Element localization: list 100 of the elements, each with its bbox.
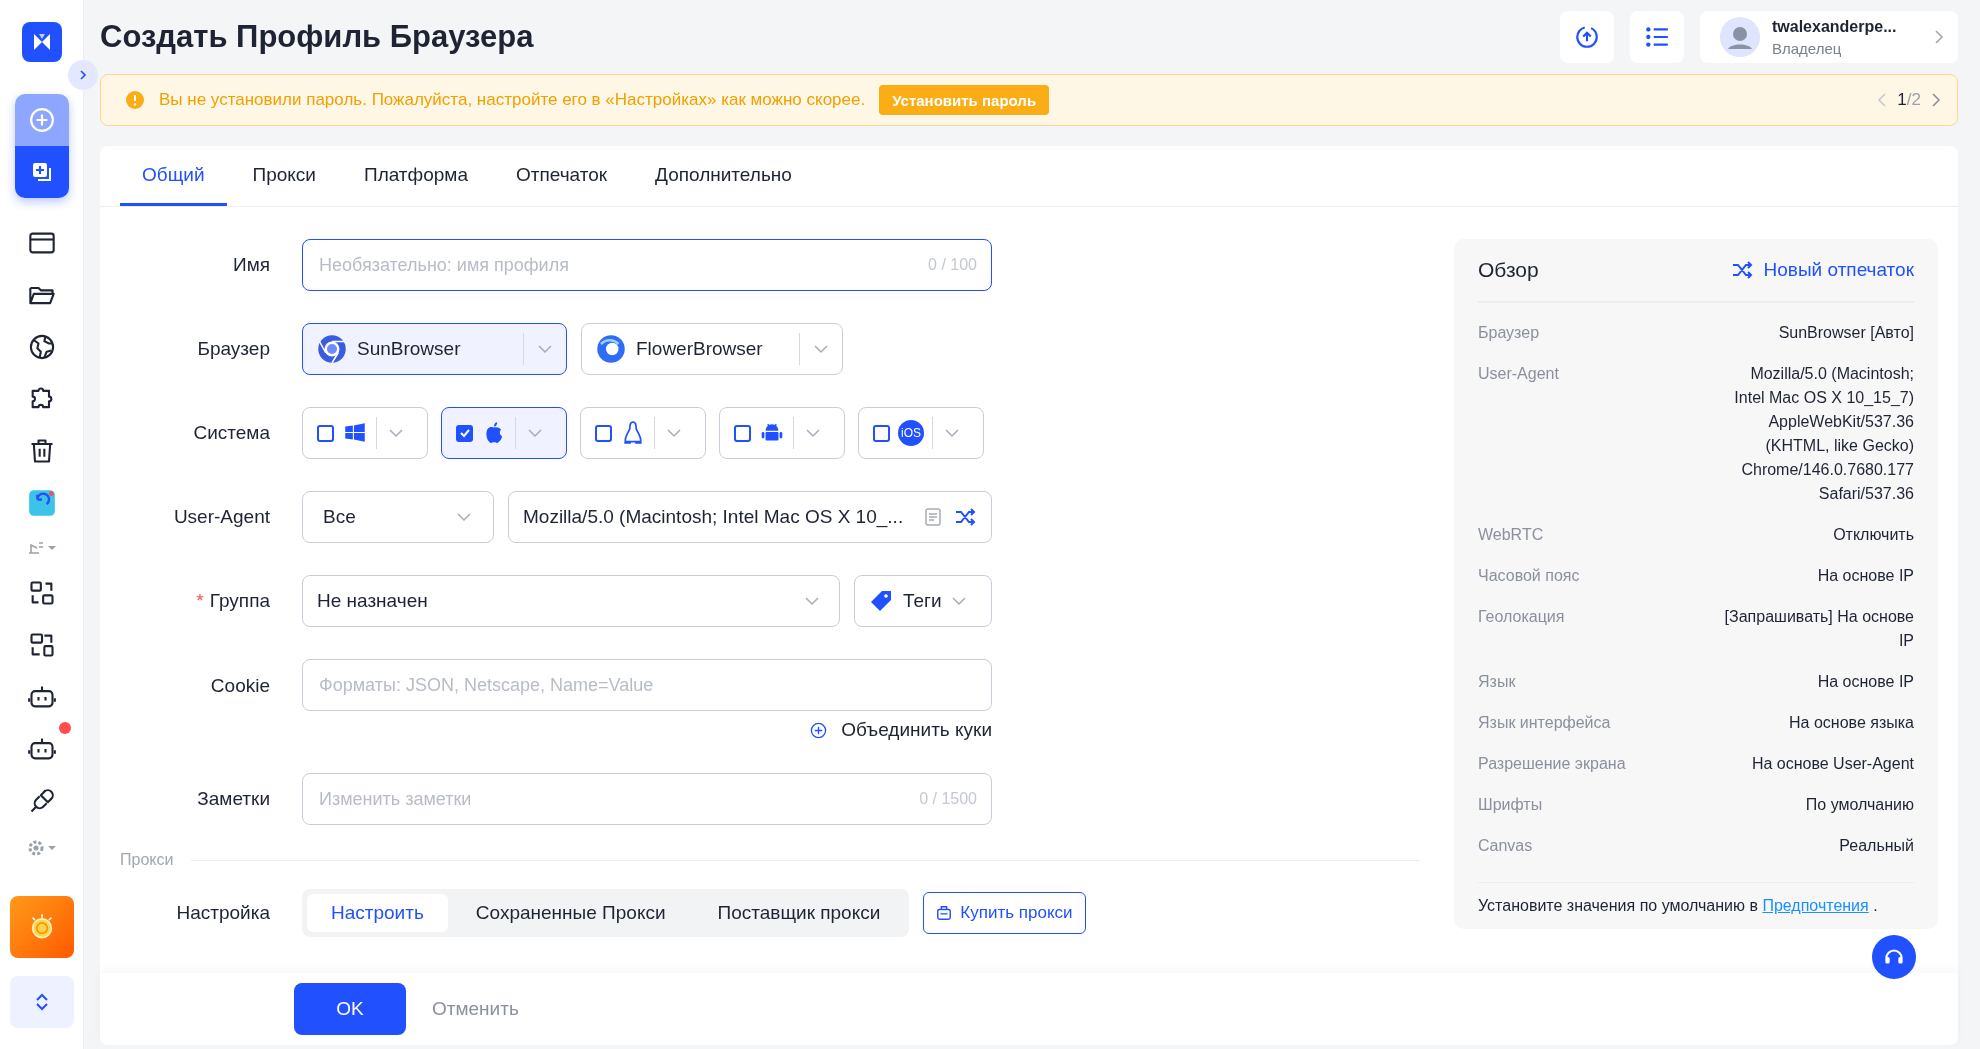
tab[interactable]: Общий: [120, 146, 227, 206]
tab[interactable]: Отпечаток: [493, 146, 630, 206]
field-label: Имя: [232, 254, 270, 276]
plus-circle-icon: [810, 721, 828, 739]
merge-cookies-link[interactable]: Объединить куки: [810, 719, 992, 741]
browser-logo-icon: [317, 334, 347, 364]
checkmark-icon: [458, 427, 471, 439]
shuffle-icon: [1731, 260, 1754, 280]
character-counter: 0 / 100: [928, 256, 977, 274]
bag-icon: [936, 905, 953, 921]
name-input[interactable]: Необязательно: имя профиля: [317, 253, 917, 277]
overview-value: Отключить: [1833, 525, 1914, 545]
chevron-down-icon: [806, 428, 820, 438]
new-fingerprint-link[interactable]: Новый отпечаток: [1731, 259, 1914, 281]
chevron-down-icon: [805, 596, 819, 606]
overview-value: SunBrowser [Авто]: [1778, 323, 1914, 343]
chevron-down-icon: [945, 428, 959, 438]
support-headset-icon[interactable]: [1872, 935, 1916, 979]
app-logo-icon[interactable]: [21, 22, 62, 62]
checkbox[interactable]: [456, 424, 473, 442]
page-indicator: 1/2: [1897, 90, 1921, 110]
warning-icon: [125, 90, 145, 110]
overview-value: По умолчанию: [1805, 795, 1914, 815]
segment-tab[interactable]: Поставщик прокси: [693, 894, 905, 932]
field-label: Браузер: [196, 338, 270, 360]
user-name: twalexanderpe...: [1772, 17, 1898, 36]
tab[interactable]: Платформа: [341, 146, 490, 206]
add-copy-icon[interactable]: [14, 146, 69, 198]
notes-input[interactable]: Изменить заметки: [317, 787, 908, 811]
overview-label: Canvas: [1478, 836, 1533, 856]
system-option[interactable]: [441, 407, 567, 459]
overview-value: На основе IP: [1817, 566, 1914, 586]
next-icon[interactable]: [1931, 93, 1941, 107]
segment-tab[interactable]: Сохраненные Прокси: [451, 894, 690, 932]
settings-icon[interactable]: [26, 838, 57, 858]
user-card[interactable]: twalexanderpe... Владелец: [1700, 11, 1958, 63]
overview-value: На основе User-Agent: [1751, 754, 1914, 774]
upload-sync-icon[interactable]: [1560, 11, 1614, 63]
overview-label: Часовой пояс: [1478, 566, 1580, 586]
section-label: Прокси: [120, 851, 174, 869]
overview-value: На основе IP: [1817, 672, 1914, 692]
segment-tab[interactable]: Настроить: [307, 894, 448, 932]
buy-proxy-button[interactable]: Купить прокси: [923, 892, 1086, 934]
ok-button[interactable]: OK: [294, 983, 406, 1035]
checkbox[interactable]: [873, 424, 890, 442]
panel-title: Обзор: [1478, 258, 1539, 282]
browser-option[interactable]: SunBrowser: [302, 323, 567, 375]
field-label: User-Agent: [172, 506, 270, 528]
system-option[interactable]: iOS: [858, 407, 984, 459]
ios-badge: iOS: [898, 420, 924, 446]
overview-label: Язык интерфейса: [1478, 713, 1611, 733]
overview-value: На основе языка: [1789, 713, 1914, 733]
character-counter: 0 / 1500: [919, 790, 977, 808]
overview-value: Mozilla/5.0 (Macintosh; Intel Mac OS X 10_15_7) AppleWebKit/537.36 (KHTML, like Gecko) Chrome/146.0.7680.177 Safari/537.36: [1734, 364, 1914, 504]
overview-value: [Запрашивать] На основе IP: [1723, 607, 1914, 651]
user-agent-field[interactable]: Mozilla/5.0 (Macintosh; Intel Mac OS X 10_...: [508, 491, 992, 543]
field-label: Заметки: [196, 788, 270, 810]
tag-icon: [869, 589, 893, 613]
field-label: Система: [192, 422, 270, 444]
browser-logo-icon: [596, 334, 626, 364]
overview-label: Разрешение экрана: [1478, 754, 1626, 774]
task-list-icon[interactable]: [1630, 11, 1684, 63]
chevron-down-icon: [667, 428, 681, 438]
overview-label: Геолокация: [1478, 607, 1565, 627]
user-role: Владелец: [1772, 39, 1843, 57]
field-label: Настройка: [175, 902, 270, 924]
user-agent-select[interactable]: Все: [302, 491, 494, 543]
overview-label: Браузер: [1478, 323, 1540, 343]
tab[interactable]: Дополнительно: [633, 146, 814, 206]
chevron-down-icon: [538, 344, 552, 354]
tags-select[interactable]: Теги: [854, 575, 992, 627]
tab[interactable]: Прокси: [230, 146, 338, 206]
checkbox[interactable]: [734, 424, 751, 442]
chevron-down-icon: [528, 428, 542, 438]
overview-label: Шрифты: [1478, 795, 1543, 815]
chevron-down-icon: [457, 512, 471, 522]
warning-text: Вы не установили пароль. Пожалуйста, настройте его в «Настройках» как можно скорее.: [159, 90, 866, 110]
expand-sidebar-icon[interactable]: [68, 60, 98, 90]
sync-icon[interactable]: [26, 488, 57, 518]
required-mark: *: [196, 590, 204, 611]
shuffle-icon[interactable]: [955, 507, 977, 527]
chevron-down-icon: [814, 344, 828, 354]
overview-label: Язык: [1478, 672, 1516, 692]
cookie-field[interactable]: Форматы: JSON, Netscape, Name=Value: [302, 659, 992, 711]
defaults-note: Установите значения по умолчанию в Предпочтения .: [1478, 897, 1879, 915]
avatar-icon: [1720, 17, 1760, 57]
field-label: Группа: [209, 590, 270, 611]
overview-label: WebRTC: [1478, 525, 1544, 545]
coin-icon[interactable]: [9, 896, 74, 958]
browser-option[interactable]: FlowerBrowser: [581, 323, 843, 375]
group-select[interactable]: Не назначен: [302, 575, 840, 627]
cookie-input[interactable]: Форматы: JSON, Netscape, Name=Value: [317, 673, 977, 697]
overview-value: Реальный: [1839, 836, 1914, 856]
field-label: Cookie: [209, 675, 270, 697]
checkbox[interactable]: [317, 424, 334, 442]
chevron-right-icon: [1934, 30, 1944, 44]
chevron-down-icon: [951, 596, 966, 606]
checkbox[interactable]: [595, 424, 612, 442]
section-toggle-icon[interactable]: [26, 540, 57, 556]
page-title: Создать Профиль Браузера: [100, 19, 534, 55]
